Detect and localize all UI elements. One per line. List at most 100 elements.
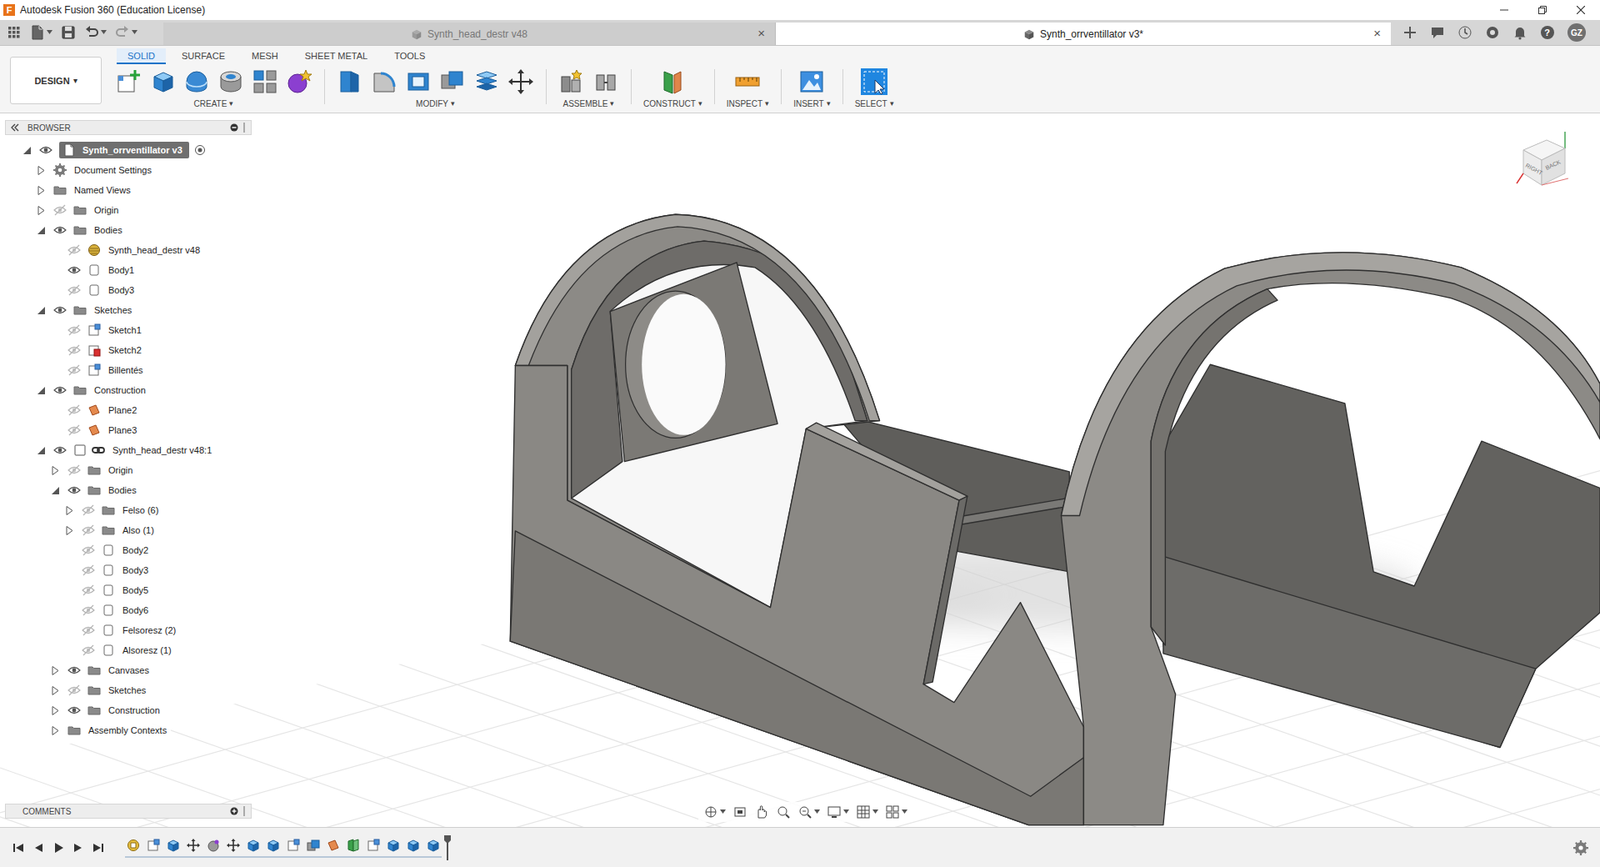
document-tab[interactable]: Synth_orrventillator v3*× xyxy=(775,22,1391,45)
assemble-menu[interactable]: ASSEMBLE▾ xyxy=(563,97,615,110)
hidden-eye-icon[interactable] xyxy=(67,463,81,477)
pattern-icon[interactable] xyxy=(251,68,279,95)
insert-image-icon[interactable] xyxy=(798,68,825,95)
measure-button[interactable] xyxy=(734,68,761,95)
file-button[interactable] xyxy=(30,25,53,40)
dropdown-arrow-icon[interactable] xyxy=(46,30,53,35)
browser-item[interactable]: Construction xyxy=(5,380,252,400)
hidden-eye-icon[interactable] xyxy=(81,603,95,617)
offset-plane-button[interactable] xyxy=(659,68,686,95)
inspect-menu[interactable]: INSPECT▾ xyxy=(726,97,770,110)
collapse-panel-icon[interactable] xyxy=(10,123,20,132)
clock-button[interactable] xyxy=(1478,25,1506,40)
move-copy-button[interactable] xyxy=(507,68,535,95)
go-to-end-button[interactable] xyxy=(88,841,109,854)
play-button[interactable] xyxy=(48,841,69,854)
create-form-icon[interactable] xyxy=(285,68,313,95)
tab-close-button[interactable]: × xyxy=(757,25,765,40)
browser-item[interactable]: Plane3 xyxy=(5,420,252,440)
look-at-icon[interactable] xyxy=(732,804,748,820)
browser-item[interactable]: Body1 xyxy=(5,260,252,280)
zoom-button[interactable] xyxy=(775,804,791,820)
expand-arrow-icon[interactable] xyxy=(64,525,75,536)
browser-item[interactable]: Construction xyxy=(5,700,252,720)
browser-item[interactable]: Synth_head_destr v48:1 xyxy=(5,440,252,460)
grid-settings-icon[interactable] xyxy=(855,804,871,820)
browser-item[interactable]: Named Views xyxy=(5,180,252,200)
step-forward-button[interactable] xyxy=(68,841,89,854)
expand-arrow-icon[interactable] xyxy=(35,185,46,196)
collapse-arrow-icon[interactable] xyxy=(35,445,46,456)
go-to-start-button[interactable] xyxy=(8,841,29,854)
hidden-eye-icon[interactable] xyxy=(67,283,81,297)
dropdown-arrow-icon[interactable] xyxy=(131,30,138,35)
ribbon-tab[interactable]: TOOLS xyxy=(383,48,436,65)
viewports-button[interactable] xyxy=(885,804,908,820)
select-icon[interactable] xyxy=(860,68,888,95)
browser-item[interactable]: Plane2 xyxy=(5,400,252,420)
hidden-eye-icon[interactable] xyxy=(81,583,95,597)
new-tab-button[interactable] xyxy=(1395,25,1424,40)
redo-button[interactable] xyxy=(115,25,138,40)
hidden-eye-icon[interactable] xyxy=(81,643,95,657)
new-tab-icon[interactable] xyxy=(1402,25,1418,40)
timeline-feature[interactable] xyxy=(305,836,322,854)
timeline-feature[interactable] xyxy=(345,836,362,854)
combine-button[interactable] xyxy=(439,68,466,95)
offset-plane-icon[interactable] xyxy=(659,68,686,95)
expand-arrow-icon[interactable] xyxy=(50,705,60,716)
timeline-marker-icon[interactable] xyxy=(443,835,452,860)
collapse-arrow-icon[interactable] xyxy=(50,485,60,496)
browser-item[interactable]: Also (1) xyxy=(5,520,252,540)
timeline-feature[interactable] xyxy=(125,836,142,854)
create-sketch-icon[interactable] xyxy=(115,68,142,95)
notifications-icon[interactable] xyxy=(1512,25,1528,40)
browser-item[interactable]: Body3 xyxy=(5,560,252,580)
browser-item[interactable]: Bodies xyxy=(5,480,252,500)
ribbon-tab[interactable]: MESH xyxy=(240,48,290,65)
orbit-button[interactable] xyxy=(703,804,726,820)
pan-icon[interactable] xyxy=(754,804,770,820)
visible-eye-icon[interactable] xyxy=(67,263,81,277)
go-to-start-icon[interactable] xyxy=(12,841,25,854)
step-back-button[interactable] xyxy=(28,841,49,854)
comments-panel[interactable]: COMMENTS xyxy=(5,803,252,819)
timeline-feature[interactable] xyxy=(405,836,422,854)
browser-item[interactable]: Document Settings xyxy=(5,160,252,180)
browser-item[interactable]: Sketches xyxy=(5,300,252,320)
collapse-arrow-icon[interactable] xyxy=(35,225,46,236)
hidden-eye-icon[interactable] xyxy=(81,623,95,637)
dropdown-arrow-icon[interactable] xyxy=(872,809,879,815)
press-pull-icon[interactable] xyxy=(336,68,364,95)
close-icon[interactable] xyxy=(1576,5,1585,15)
insert-image-button[interactable] xyxy=(798,68,825,95)
browser-item[interactable]: Felso (6) xyxy=(5,500,252,520)
timeline-feature[interactable] xyxy=(265,836,282,854)
browser-item[interactable]: Billentés xyxy=(5,360,252,380)
align-icon[interactable] xyxy=(473,68,500,95)
minimize-icon[interactable] xyxy=(1500,5,1509,15)
app-grid-icon[interactable] xyxy=(6,25,22,40)
tab-close-button[interactable]: × xyxy=(1373,25,1381,40)
hole-icon[interactable] xyxy=(217,68,245,95)
timeline-feature[interactable] xyxy=(425,836,442,854)
step-forward-icon[interactable] xyxy=(72,841,85,854)
notifications-button[interactable] xyxy=(1505,25,1534,40)
extrude-icon[interactable] xyxy=(149,68,176,95)
hidden-eye-icon[interactable] xyxy=(67,403,81,417)
pattern-button[interactable] xyxy=(251,68,279,95)
timeline-feature[interactable] xyxy=(205,836,222,854)
dropdown-arrow-icon[interactable] xyxy=(814,809,820,815)
browser-item[interactable]: Body3 xyxy=(5,280,252,300)
expand-arrow-icon[interactable] xyxy=(50,665,60,676)
expand-arrow-icon[interactable] xyxy=(50,685,60,696)
hidden-eye-icon[interactable] xyxy=(67,243,81,257)
undo-icon[interactable] xyxy=(84,25,100,40)
orbit-icon[interactable] xyxy=(703,804,719,820)
browser-item[interactable]: Felsoresz (2) xyxy=(5,620,252,640)
expand-arrow-icon[interactable] xyxy=(35,165,46,176)
hidden-eye-icon[interactable] xyxy=(53,203,67,217)
panel-grip-icon[interactable] xyxy=(243,805,246,816)
expand-arrow-icon[interactable] xyxy=(64,505,75,516)
browser-item[interactable]: Canvases xyxy=(5,660,252,680)
